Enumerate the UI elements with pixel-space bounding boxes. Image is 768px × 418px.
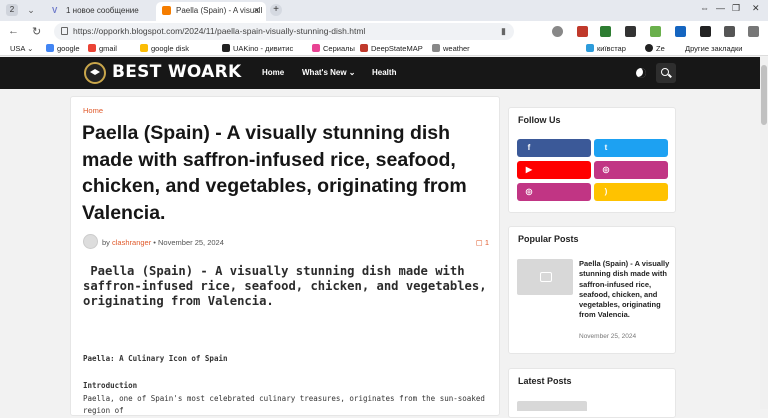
kyivstar-icon xyxy=(586,44,594,52)
browser-tab-bar: 2 ⌄ V 1 новое сообщение Paella (Spain) -… xyxy=(0,0,768,21)
extension-icon[interactable] xyxy=(700,26,711,37)
youtube-icon xyxy=(88,44,96,52)
chevron-down-icon[interactable]: ⌄ xyxy=(24,3,38,17)
vk-icon: V xyxy=(52,6,58,15)
site-logo[interactable]: BEST WOARK xyxy=(112,62,242,82)
site-header: BEST WOARK Home What's New ⌄ Health xyxy=(0,57,760,89)
bookmark-icon[interactable]: ▮ xyxy=(501,26,506,37)
close-window-icon[interactable]: ✕ xyxy=(752,3,760,14)
lead-heading: Paella (Spain) - A visually stunning dis… xyxy=(83,264,487,308)
section-heading: Introduction xyxy=(83,381,138,390)
extension-icon[interactable] xyxy=(625,26,636,37)
restore-icon[interactable]: ❐ xyxy=(732,3,740,14)
rss-icon: ) xyxy=(604,187,608,196)
instagram-icon: ◎ xyxy=(525,187,533,196)
search-button[interactable] xyxy=(656,63,676,83)
nav-health[interactable]: Health xyxy=(372,68,396,77)
avatar[interactable] xyxy=(83,234,98,249)
bookmark-item[interactable]: gmail xyxy=(88,44,117,53)
tab-label: Paella (Spain) - A visuall xyxy=(176,6,263,15)
browser-tab-messages[interactable]: V 1 новое сообщение xyxy=(46,2,154,21)
reload-icon[interactable]: ↻ xyxy=(32,25,41,38)
blogger-icon xyxy=(162,6,171,15)
browser-toolbar: ← ↻ https://opporkh.blogspot.com/2024/11… xyxy=(0,21,768,42)
bookmark-item[interactable]: Другие закладки xyxy=(685,44,742,53)
widget-title: Popular Posts xyxy=(518,234,579,244)
bookmarks-bar: USA ⌄ google gmail google disk UAKino - … xyxy=(0,42,768,56)
nav-whats-new[interactable]: What's New ⌄ xyxy=(302,68,356,77)
weather-icon xyxy=(432,44,440,52)
bookmark-item[interactable]: Ze xyxy=(645,44,665,53)
nav-home[interactable]: Home xyxy=(262,68,284,77)
section-heading: Paella: A Culinary Icon of Spain xyxy=(83,354,228,363)
bookmark-item[interactable]: DeepStateMAP xyxy=(360,44,423,53)
bookmark-item[interactable]: Сериалы xyxy=(312,44,355,53)
twitter-button[interactable]: t xyxy=(594,139,668,157)
ze-icon xyxy=(645,44,653,52)
facebook-button[interactable]: f xyxy=(517,139,591,157)
author-meta: by clashranger • November 25, 2024 xyxy=(102,238,224,247)
uakino-icon xyxy=(222,44,230,52)
bookmark-item[interactable]: київстар xyxy=(586,44,626,53)
bookmark-item[interactable]: google disk xyxy=(140,44,189,53)
post-date: November 25, 2024 xyxy=(158,238,224,247)
instagram-button[interactable]: ◎ xyxy=(517,183,591,201)
map-icon xyxy=(360,44,368,52)
post-card: Home Paella (Spain) - A visually stunnin… xyxy=(70,96,500,416)
page-scrollbar[interactable] xyxy=(760,57,768,409)
author-link[interactable]: clashranger xyxy=(112,238,151,247)
tab-label: 1 новое сообщение xyxy=(66,6,139,15)
post-thumbnail[interactable] xyxy=(517,259,573,295)
bookmark-item[interactable]: USA ⌄ xyxy=(10,44,33,53)
extension-icon[interactable] xyxy=(675,26,686,37)
widget-title: Latest Posts xyxy=(518,376,572,386)
facebook-icon: f xyxy=(527,143,531,152)
extension-icon[interactable] xyxy=(577,26,588,37)
globe-icon[interactable] xyxy=(552,26,563,37)
follow-us-widget: Follow Us f t ▶ ◎ ◎ ) xyxy=(508,107,676,213)
body-paragraph: Paella, one of Spain's most celebrated c… xyxy=(83,394,485,415)
tab-count-badge[interactable]: 2 xyxy=(6,4,18,16)
scrollbar-thumb[interactable] xyxy=(761,65,767,125)
instagram-button[interactable]: ◎ xyxy=(594,161,668,179)
google-icon xyxy=(46,44,54,52)
breadcrumb[interactable]: Home xyxy=(83,106,103,115)
bookmark-item[interactable]: google xyxy=(46,44,80,53)
twitter-icon: t xyxy=(604,143,608,152)
minimize-icon[interactable]: — xyxy=(716,3,725,13)
back-icon[interactable]: ← xyxy=(8,25,19,37)
post-title: Paella (Spain) - A visually stunning dis… xyxy=(82,122,467,224)
pin-icon[interactable]: ⇔ xyxy=(700,3,709,13)
dark-mode-icon[interactable] xyxy=(636,68,646,78)
download-icon[interactable] xyxy=(650,26,661,37)
browser-tab-active[interactable]: Paella (Spain) - A visuall ✕ xyxy=(156,2,266,21)
youtube-icon: ▶ xyxy=(525,165,533,174)
comment-count[interactable]: ▢ 1 xyxy=(476,238,489,247)
lock-icon xyxy=(61,27,68,35)
address-bar[interactable]: https://opporkh.blogspot.com/2024/11/pae… xyxy=(54,23,514,40)
widget-title: Follow Us xyxy=(518,115,561,125)
comment-icon: ▢ xyxy=(475,238,483,247)
rss-button[interactable]: ) xyxy=(594,183,668,201)
popular-post-date: November 25, 2024 xyxy=(579,333,637,340)
downloads-icon[interactable] xyxy=(748,26,759,37)
extension-icon[interactable] xyxy=(600,26,611,37)
extensions-puzzle-icon[interactable] xyxy=(724,26,735,37)
series-icon xyxy=(312,44,320,52)
latest-posts-widget: Latest Posts xyxy=(508,368,676,418)
bookmark-item[interactable]: UAKino - дивитис xyxy=(222,44,293,53)
close-icon[interactable]: ✕ xyxy=(253,2,260,19)
url-text: https://opporkh.blogspot.com/2024/11/pae… xyxy=(73,26,366,36)
youtube-button[interactable]: ▶ xyxy=(517,161,591,179)
instagram-icon: ◎ xyxy=(602,165,610,174)
popular-posts-widget: Popular Posts Paella (Spain) - A visuall… xyxy=(508,226,676,354)
bookmark-item[interactable]: weather xyxy=(432,44,470,53)
drive-icon xyxy=(140,44,148,52)
popular-post-title[interactable]: Paella (Spain) - A visually stunning dis… xyxy=(579,259,671,321)
post-thumbnail[interactable] xyxy=(517,401,587,411)
logo-icon[interactable] xyxy=(84,62,106,84)
new-tab-button[interactable]: + xyxy=(270,4,282,16)
